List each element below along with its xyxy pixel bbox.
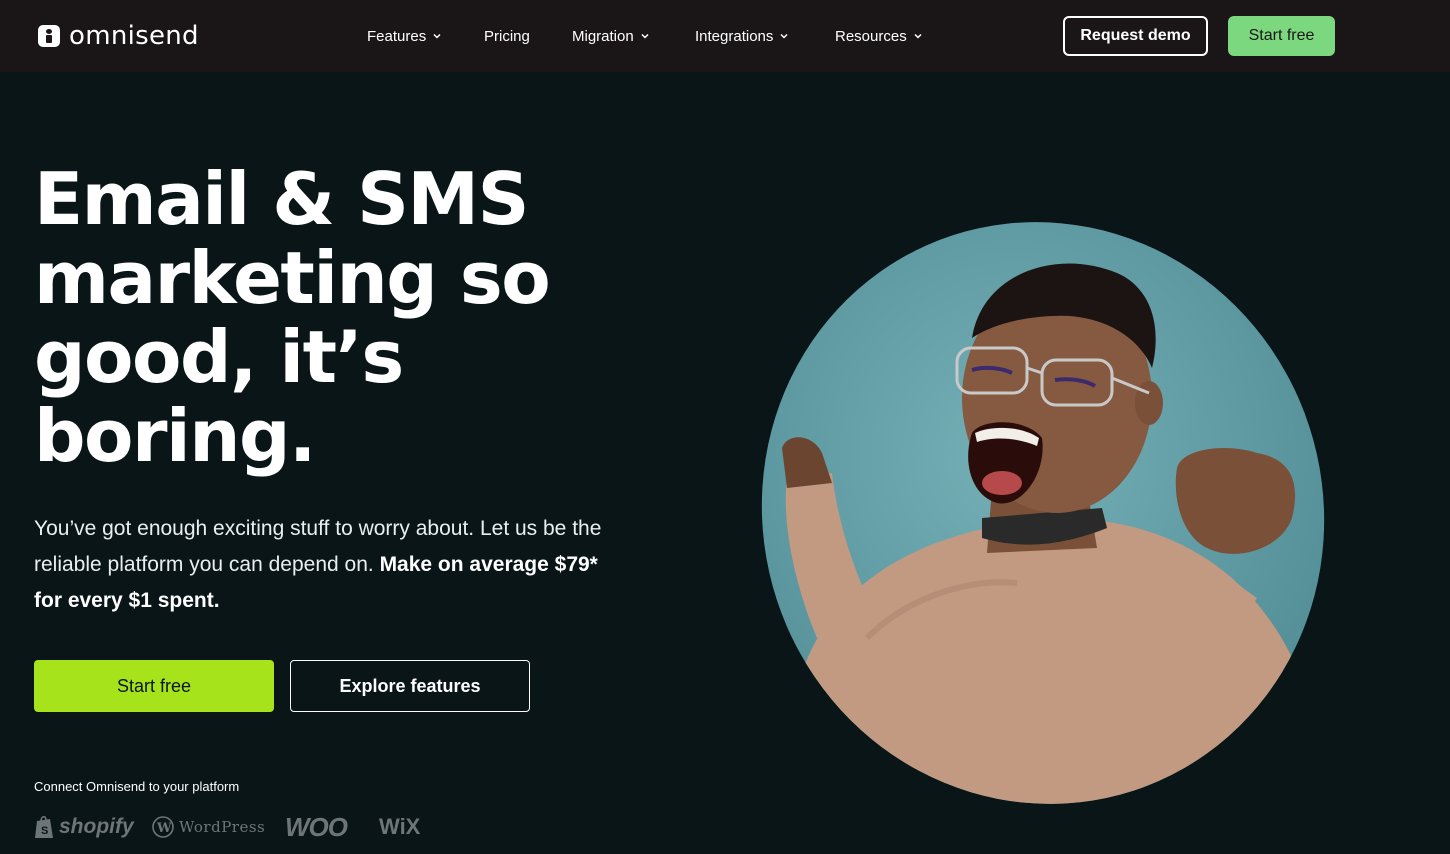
wix-icon: WiX <box>379 814 421 839</box>
headline-line: marketing so <box>34 236 551 320</box>
shopify-logo[interactable]: S shopify <box>34 810 134 844</box>
omnisend-logo[interactable]: omnisend <box>38 20 199 52</box>
request-demo-button[interactable]: Request demo <box>1063 16 1208 56</box>
woo-icon: WOO <box>285 811 348 842</box>
chevron-down-icon <box>433 33 441 39</box>
chevron-down-icon <box>914 33 922 39</box>
headline-line: Email & SMS <box>34 157 529 241</box>
nav-item-integrations[interactable]: Integrations <box>695 24 789 48</box>
start-free-button[interactable]: Start free <box>34 660 274 712</box>
nav-item-features[interactable]: Features <box>367 24 442 48</box>
hero-headline: Email & SMS marketing so good, it’s bori… <box>34 160 634 476</box>
svg-text:W: W <box>156 821 172 836</box>
chevron-down-icon <box>641 33 649 39</box>
omnisend-logo-icon <box>38 25 60 47</box>
top-navigation: omnisend Features Pricing Migration Inte… <box>0 0 1450 72</box>
brand-name: omnisend <box>69 21 199 51</box>
wix-logo[interactable]: WiX <box>379 810 420 844</box>
explore-features-button[interactable]: Explore features <box>290 660 530 712</box>
nav-item-label: Features <box>367 27 427 45</box>
nav-item-label: Migration <box>572 27 634 45</box>
hero-subtext: You’ve got enough exciting stuff to worr… <box>34 511 614 619</box>
nav-item-pricing[interactable]: Pricing <box>484 24 530 48</box>
headline-line: good, it’s <box>34 315 404 399</box>
platform-name: WordPress <box>179 818 266 836</box>
nav-item-migration[interactable]: Migration <box>572 24 650 48</box>
nav-item-resources[interactable]: Resources <box>835 24 923 48</box>
platform-name: shopify <box>59 815 134 838</box>
nav-item-label: Resources <box>835 27 907 45</box>
hero-image <box>757 218 1329 808</box>
woo-logo[interactable]: WOO <box>285 810 348 844</box>
nav-item-label: Pricing <box>484 27 530 45</box>
wordpress-icon: W <box>152 816 174 838</box>
headline-line: boring. <box>34 394 316 478</box>
nav-item-label: Integrations <box>695 27 774 45</box>
nav-start-free-button[interactable]: Start free <box>1228 16 1335 56</box>
svg-text:S: S <box>41 825 48 837</box>
shopify-bag-icon: S <box>35 815 53 838</box>
connect-platform-label: Connect Omnisend to your platform <box>34 779 240 794</box>
wordpress-logo[interactable]: W WordPress <box>152 810 265 844</box>
chevron-down-icon <box>780 33 788 39</box>
